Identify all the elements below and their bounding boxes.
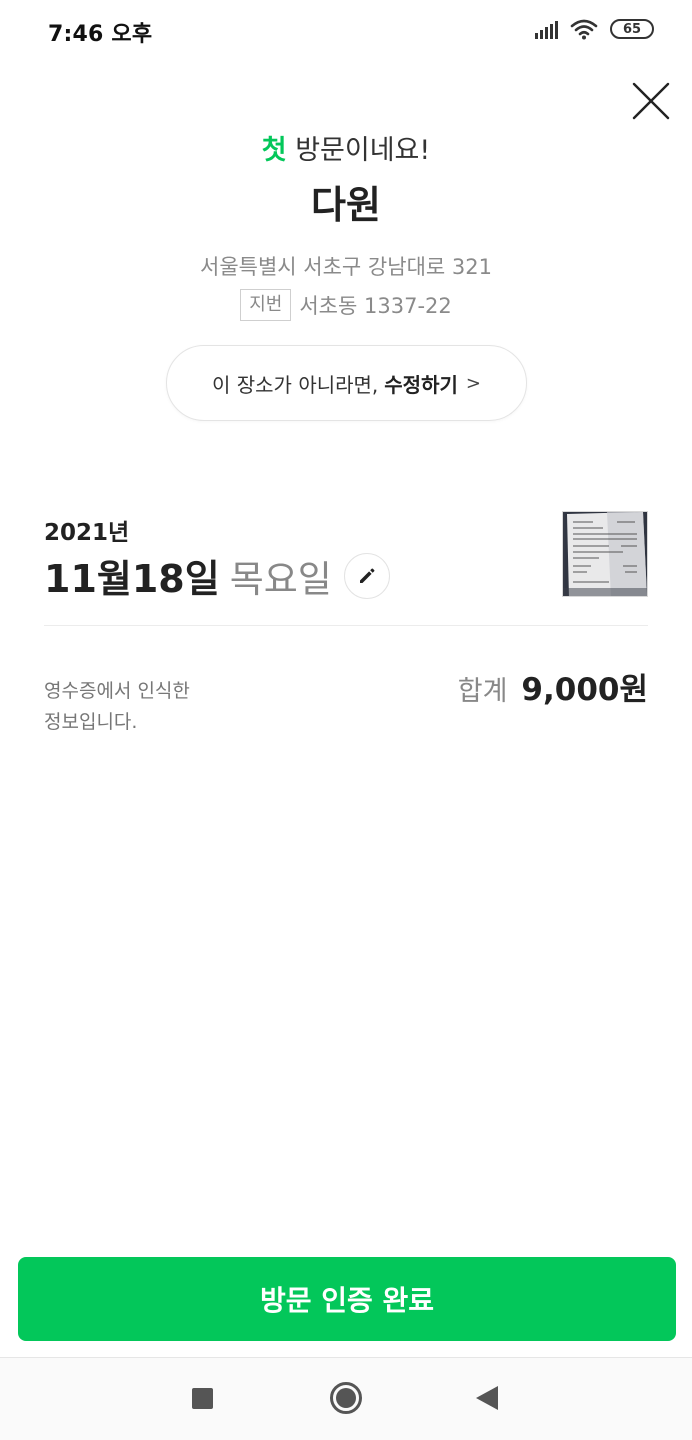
ocr-note-line2: 정보입니다. — [44, 711, 138, 733]
recent-apps-icon[interactable] — [192, 1388, 213, 1409]
visit-date-row: 11월18일 목요일 — [44, 548, 390, 603]
navigation-bar — [0, 1357, 692, 1440]
battery-level: 65 — [622, 21, 642, 37]
close-icon — [632, 82, 670, 120]
status-bar: 7:46 오후 65 — [0, 0, 692, 60]
visit-weekday: 목요일 — [229, 557, 332, 601]
confirm-visit-button[interactable]: 방문 인증 완료 — [18, 1257, 676, 1341]
edit-place-action: 수정하기 — [384, 372, 458, 397]
first-visit-message: 첫 방문이네요! — [0, 128, 692, 167]
back-icon[interactable] — [476, 1386, 498, 1410]
visit-year: 2021년 — [44, 520, 130, 546]
divider — [44, 625, 648, 626]
pencil-icon — [359, 568, 375, 583]
road-address: 서울특별시 서초구 강남대로 321 — [200, 255, 492, 279]
total-value: 9,000원 — [521, 672, 648, 708]
receipt-thumbnail[interactable] — [562, 511, 648, 597]
visit-date: 11월18일 — [44, 557, 220, 601]
battery-icon: 65 — [610, 19, 654, 39]
chevron-right-icon: > — [465, 372, 481, 394]
close-button[interactable] — [630, 80, 672, 122]
jibun-address: 서초동 1337-22 — [299, 294, 452, 318]
status-icons: 65 — [535, 18, 654, 40]
receipt-visit-screen: 7:46 오후 65 첫 방문이네요! 다원 서울특별시 서초구 강남대로 32 — [0, 0, 692, 1440]
confirm-visit-label: 방문 인증 완료 — [259, 1284, 435, 1317]
edit-date-button[interactable] — [343, 552, 390, 599]
place-name: 다원 — [311, 183, 381, 227]
ocr-note: 영수증에서 인식한 정보입니다. — [44, 676, 190, 738]
receipt-photo-image — [563, 512, 647, 596]
first-visit-accent: 첫 — [261, 135, 287, 166]
edit-place-button[interactable]: 이 장소가 아니라면, 수정하기 > — [166, 345, 527, 421]
total-label: 합계 — [457, 676, 508, 707]
wifi-icon — [570, 19, 598, 40]
jibun-tag: 지번 — [240, 289, 292, 321]
ocr-note-line1: 영수증에서 인식한 — [44, 680, 190, 702]
total-amount: 합계 9,000원 — [458, 664, 648, 709]
status-time: 7:46 오후 — [48, 22, 153, 47]
jibun-address-row: 지번 서초동 1337-22 — [0, 289, 692, 321]
first-visit-text: 방문이네요! — [286, 135, 431, 166]
signal-icon — [535, 19, 558, 39]
home-icon[interactable] — [330, 1382, 362, 1414]
edit-place-prefix: 이 장소가 아니라면, — [212, 372, 379, 397]
